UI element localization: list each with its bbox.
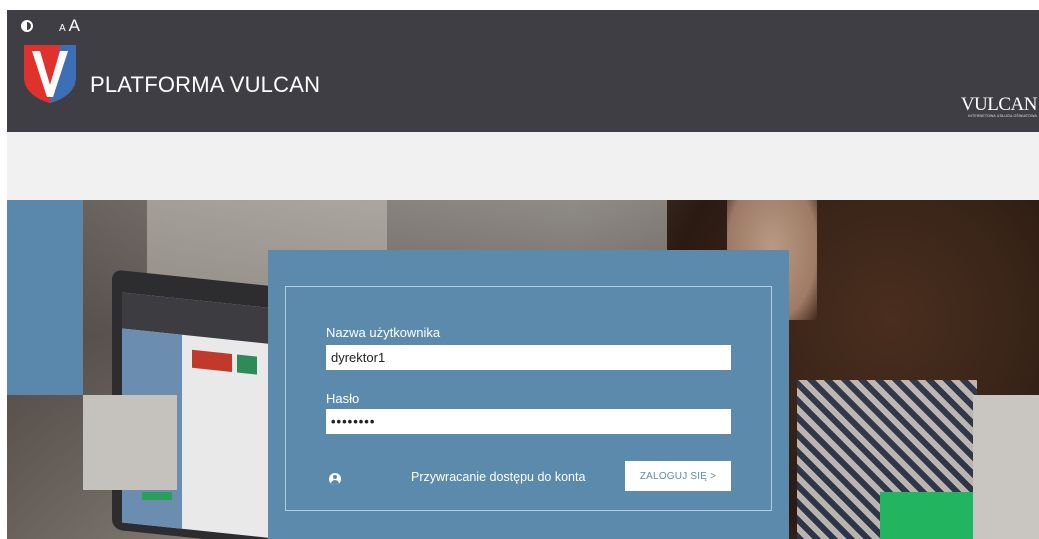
hero-background: Nazwa użytkownika Hasło Przywracanie dos… bbox=[7, 200, 1039, 539]
font-size-large-label: A bbox=[68, 16, 81, 35]
accessibility-toolbar: A A bbox=[21, 16, 80, 36]
screen-tile bbox=[237, 354, 257, 375]
brand-tagline: INTERNETOWA USŁUGA OŚWIATOWA bbox=[968, 114, 1037, 118]
brand-name: VULCAN bbox=[960, 94, 1038, 115]
decor-green-strip bbox=[142, 492, 172, 500]
screen-tile bbox=[192, 349, 232, 372]
decor-blue-block bbox=[7, 200, 83, 395]
decor-gray-block bbox=[83, 395, 177, 490]
vulcan-brand: VULCAN INTERNETOWA USŁUGA OŚWIATOWA bbox=[960, 94, 1038, 118]
font-size-small-label: A bbox=[59, 23, 66, 34]
username-input[interactable] bbox=[326, 345, 731, 370]
header-strip bbox=[7, 132, 1039, 200]
login-panel: Nazwa użytkownika Hasło Przywracanie dos… bbox=[268, 250, 789, 539]
font-size-toggle[interactable]: A A bbox=[59, 16, 80, 36]
user-icon bbox=[329, 473, 341, 485]
login-form: Nazwa użytkownika Hasło Przywracanie dos… bbox=[285, 286, 772, 511]
username-label: Nazwa użytkownika bbox=[326, 325, 441, 340]
decor-gray-block-right bbox=[973, 395, 1039, 539]
header-bar: A A PLATFORMA VULCAN VULCAN INTERNETOWA … bbox=[7, 10, 1039, 132]
recover-access-link[interactable]: Przywracanie dostępu do konta bbox=[411, 470, 585, 484]
platform-title: PLATFORMA VULCAN bbox=[90, 72, 321, 97]
page-frame: A A PLATFORMA VULCAN VULCAN INTERNETOWA … bbox=[7, 10, 1039, 539]
password-label: Hasło bbox=[326, 391, 360, 406]
contrast-icon[interactable] bbox=[21, 20, 33, 32]
decor-green-block bbox=[880, 492, 973, 539]
vulcan-logo[interactable] bbox=[22, 43, 78, 105]
login-button[interactable]: ZALOGUJ SIĘ > bbox=[625, 461, 731, 491]
password-input[interactable] bbox=[326, 409, 731, 434]
